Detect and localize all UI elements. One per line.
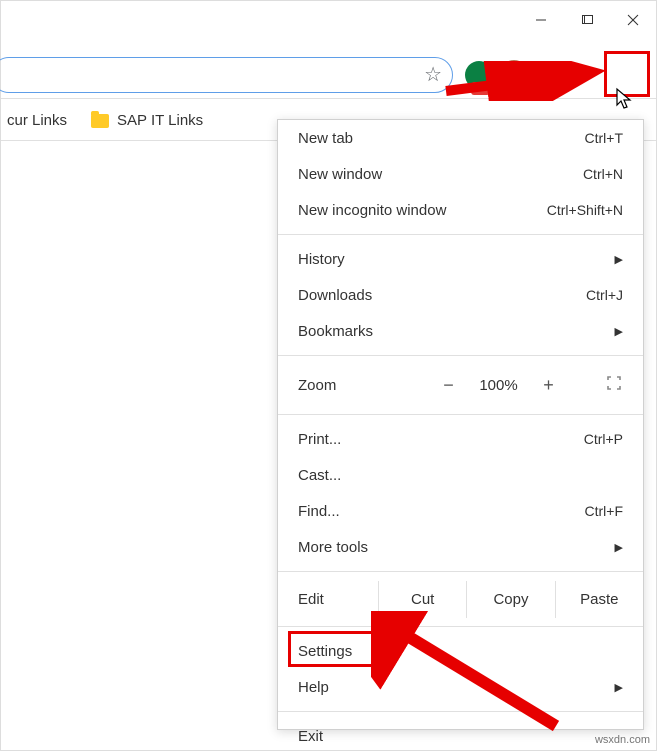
zoom-in-button[interactable]: + bbox=[529, 375, 569, 396]
submenu-arrow-icon: ▶ bbox=[615, 253, 623, 266]
zoom-value: 100% bbox=[469, 377, 529, 394]
address-bar[interactable]: ☆ bbox=[0, 57, 453, 93]
menu-separator bbox=[278, 234, 643, 235]
menu-label: Bookmarks bbox=[298, 323, 615, 340]
bookmark-item[interactable]: cur Links bbox=[7, 112, 79, 129]
submenu-arrow-icon: ▶ bbox=[615, 325, 623, 338]
maximize-button[interactable] bbox=[564, 1, 610, 39]
bookmark-label: SAP IT Links bbox=[117, 112, 203, 129]
menu-label: Zoom bbox=[298, 377, 398, 394]
menu-shortcut: Ctrl+P bbox=[584, 431, 623, 447]
menu-label: Cast... bbox=[298, 467, 623, 484]
submenu-arrow-icon: ▶ bbox=[615, 541, 623, 554]
menu-shortcut: Ctrl+F bbox=[585, 503, 624, 519]
menu-label: Edit bbox=[298, 591, 378, 608]
zoom-controls: − 100% + bbox=[398, 375, 599, 396]
window-controls bbox=[518, 1, 656, 39]
menu-item-find[interactable]: Find... Ctrl+F bbox=[278, 493, 643, 529]
menu-separator bbox=[278, 355, 643, 356]
bookmark-item[interactable]: SAP IT Links bbox=[79, 112, 215, 129]
extension-icon[interactable]: off bbox=[465, 61, 493, 89]
menu-shortcut: Ctrl+J bbox=[586, 287, 623, 303]
menu-item-exit[interactable]: Exit bbox=[278, 718, 643, 754]
bookmark-star-icon[interactable]: ☆ bbox=[424, 62, 442, 87]
menu-item-downloads[interactable]: Downloads Ctrl+J bbox=[278, 277, 643, 313]
menu-item-new-incognito[interactable]: New incognito window Ctrl+Shift+N bbox=[278, 192, 643, 228]
menu-item-new-tab[interactable]: New tab Ctrl+T bbox=[278, 120, 643, 156]
menu-label: Find... bbox=[298, 503, 585, 520]
menu-item-print[interactable]: Print... Ctrl+P bbox=[278, 421, 643, 457]
submenu-arrow-icon: ▶ bbox=[615, 681, 623, 694]
menu-label: History bbox=[298, 251, 615, 268]
menu-shortcut: Ctrl+Shift+N bbox=[547, 202, 623, 218]
minimize-button[interactable] bbox=[518, 1, 564, 39]
chrome-menu-dropdown: New tab Ctrl+T New window Ctrl+N New inc… bbox=[277, 119, 644, 730]
extension-off-badge: off bbox=[471, 82, 490, 95]
menu-item-zoom: Zoom − 100% + bbox=[278, 362, 643, 408]
edit-actions: Cut Copy Paste bbox=[378, 581, 643, 618]
menu-shortcut: Ctrl+T bbox=[585, 130, 624, 146]
menu-separator bbox=[278, 626, 643, 627]
zoom-out-button[interactable]: − bbox=[429, 375, 469, 396]
menu-label: New tab bbox=[298, 130, 585, 147]
chrome-menu-button[interactable] bbox=[535, 56, 573, 94]
menu-item-bookmarks[interactable]: Bookmarks ▶ bbox=[278, 313, 643, 349]
toolbar-row: ☆ off bbox=[1, 51, 656, 99]
menu-label: Exit bbox=[298, 728, 623, 745]
menu-label: Settings bbox=[298, 643, 623, 660]
menu-item-help[interactable]: Help ▶ bbox=[278, 669, 643, 705]
menu-label: Help bbox=[298, 679, 615, 696]
menu-label: Print... bbox=[298, 431, 584, 448]
menu-item-history[interactable]: History ▶ bbox=[278, 241, 643, 277]
profile-avatar[interactable] bbox=[499, 60, 529, 90]
menu-label: New window bbox=[298, 166, 583, 183]
toolbar-icons: off bbox=[465, 56, 573, 94]
menu-item-cast[interactable]: Cast... bbox=[278, 457, 643, 493]
folder-icon bbox=[91, 114, 109, 128]
menu-separator bbox=[278, 711, 643, 712]
copy-button[interactable]: Copy bbox=[466, 581, 554, 618]
menu-label: New incognito window bbox=[298, 202, 547, 219]
paste-button[interactable]: Paste bbox=[555, 581, 643, 618]
menu-item-edit: Edit Cut Copy Paste bbox=[278, 578, 643, 620]
fullscreen-button[interactable] bbox=[599, 375, 629, 396]
menu-item-more-tools[interactable]: More tools ▶ bbox=[278, 529, 643, 565]
cut-button[interactable]: Cut bbox=[378, 581, 466, 618]
bookmark-label: cur Links bbox=[7, 112, 67, 129]
menu-shortcut: Ctrl+N bbox=[583, 166, 623, 182]
menu-label: More tools bbox=[298, 539, 615, 556]
menu-label: Downloads bbox=[298, 287, 586, 304]
close-button[interactable] bbox=[610, 1, 656, 39]
menu-separator bbox=[278, 414, 643, 415]
menu-separator bbox=[278, 571, 643, 572]
menu-item-settings[interactable]: Settings bbox=[278, 633, 643, 669]
menu-item-new-window[interactable]: New window Ctrl+N bbox=[278, 156, 643, 192]
